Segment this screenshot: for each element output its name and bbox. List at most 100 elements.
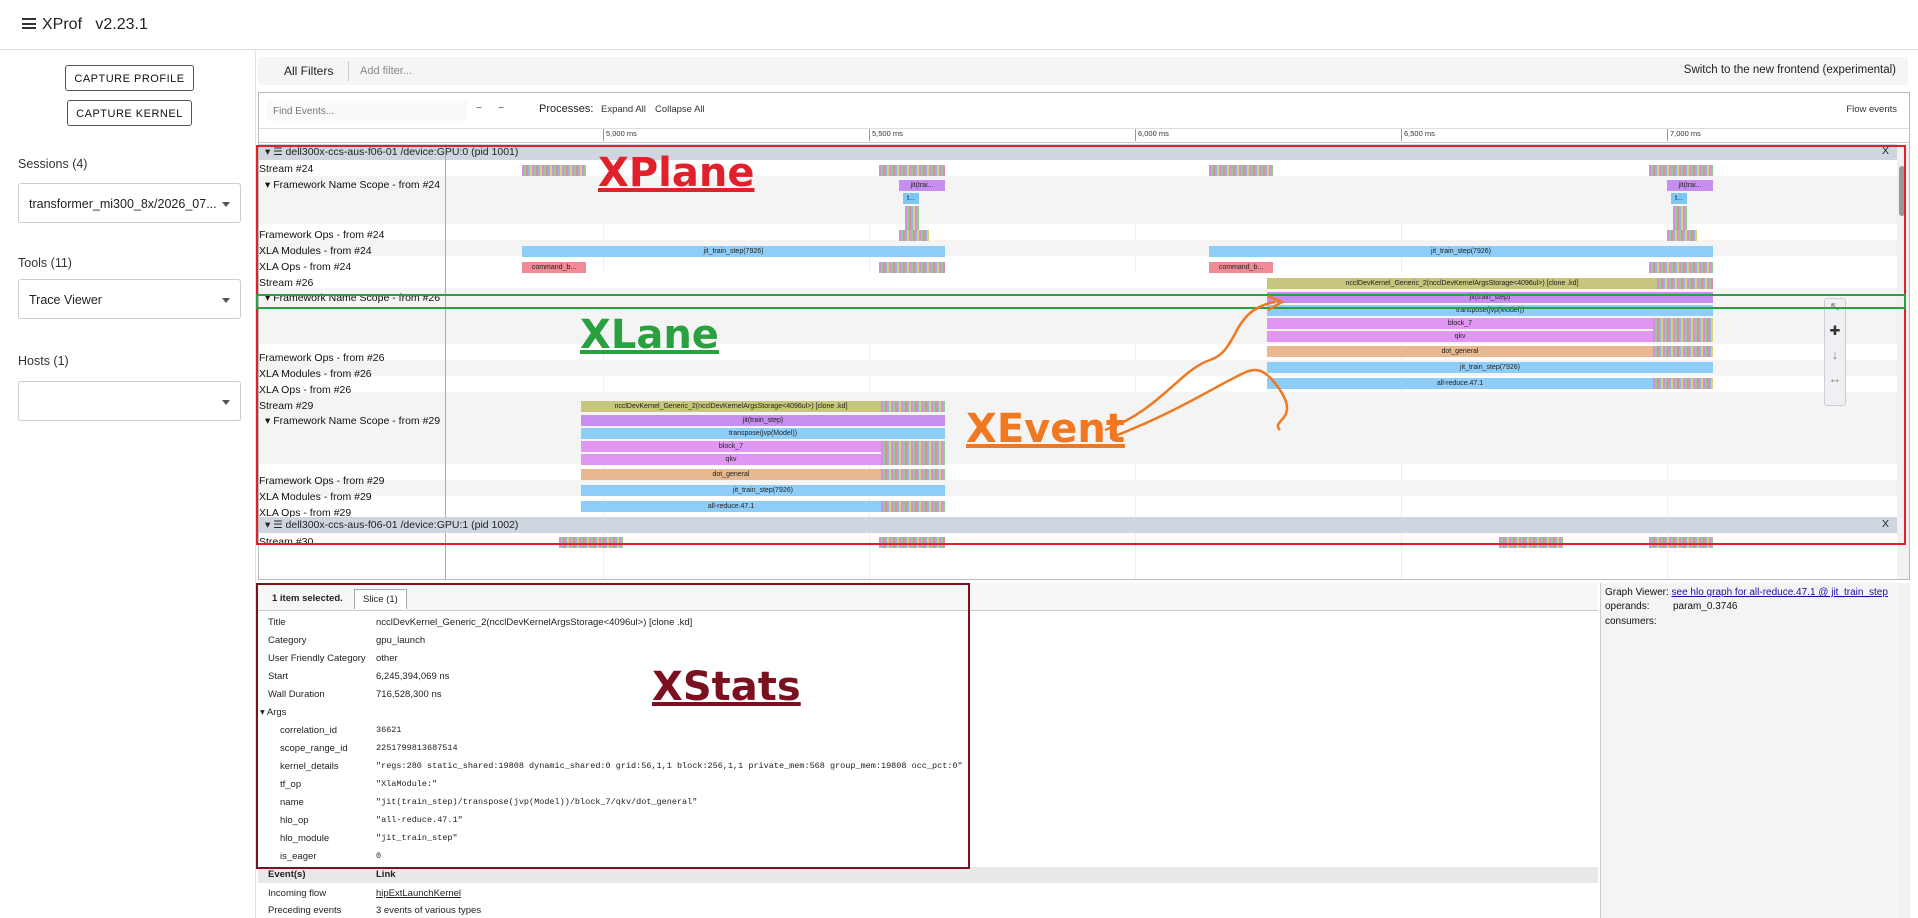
arg-key: tf_op [280,779,302,790]
process-header-gpu0[interactable]: ▾ ☰ dell300x-ccs-aus-f06-01 /device:GPU:… [259,144,1899,160]
event-slice[interactable] [879,165,945,176]
event-slice[interactable] [1657,278,1713,289]
close-icon[interactable]: X [1882,518,1889,530]
event-slice[interactable]: jit(train_step) [1267,292,1713,303]
event-slice[interactable] [1653,346,1713,357]
event-slice[interactable]: command_b... [522,262,586,273]
graph-viewer-row: Graph Viewer: see hlo graph for all-redu… [1605,587,1888,598]
event-slice[interactable] [1209,165,1273,176]
event-slice[interactable]: command_b... [1209,262,1273,273]
event-slice[interactable]: jit_train_step(7926) [522,246,945,257]
track-label: Framework Ops - from #24 [259,229,385,241]
xevent-arrow [1104,294,1289,440]
event-slice[interactable]: dot_general [581,469,881,480]
track-area[interactable]: ▾ ☰ dell300x-ccs-aus-f06-01 /device:GPU:… [259,144,1899,579]
event-slice[interactable]: jit(train_step) [581,415,945,426]
process-header-gpu1[interactable]: ▾ ☰ dell300x-ccs-aus-f06-01 /device:GPU:… [259,517,1899,533]
event-slice[interactable]: t... [903,193,919,204]
event-slice[interactable] [881,401,945,412]
event-slice[interactable] [1653,318,1713,342]
tab-slice[interactable]: Slice (1) [354,589,407,609]
xlane-annotation: XLane [580,312,719,358]
event-slice[interactable]: block_7 [581,441,881,452]
field-value: ncclDevKernel_Generic_2(ncclDevKernelArg… [376,617,693,628]
event-slice[interactable] [881,441,945,465]
event-slice[interactable] [1667,230,1697,241]
ruler-tick: 5,000 ms [603,129,637,141]
event-slice[interactable] [879,537,945,548]
event-slice[interactable]: jit_train_step(7926) [1267,362,1713,373]
time-ruler: 5,000 ms 5,500 ms 6,000 ms 6,500 ms 7,00… [259,129,1909,143]
event-slice[interactable] [881,501,945,512]
hlo-graph-link[interactable]: see hlo graph for all-reduce.47.1 @ jit_… [1672,587,1888,598]
host-select[interactable] [18,381,241,421]
prev-event-icon[interactable]: − [469,103,489,121]
event-slice[interactable] [1673,206,1687,230]
nccl-kernel-slice[interactable]: ncclDevKernel_Generic_2(ncclDevKernelArg… [1267,278,1657,289]
incoming-flow-link[interactable]: hipExtLaunchKernel [376,888,461,899]
trace-scrollbar[interactable] [1897,144,1909,579]
track-label: Stream #26 [259,277,314,289]
event-slice[interactable]: transpose(jvp(Model)) [1267,305,1713,316]
nccl-kernel-slice[interactable]: ncclDevKernel_Generic_2(ncclDevKernelArg… [581,401,881,412]
arg-value: 0 [376,851,382,861]
zoom-in-icon[interactable]: ✚ [1825,323,1845,347]
flow-events-button[interactable]: Flow events [1846,104,1897,115]
event-slice[interactable] [1499,537,1563,548]
add-filter-input[interactable]: Add filter... [360,65,412,77]
close-icon[interactable]: X [1882,145,1889,157]
event-slice[interactable] [881,469,945,480]
hosts-label: Hosts (1) [18,354,69,368]
track-label: Stream #29 [259,400,314,412]
find-events-input[interactable] [267,101,467,121]
sessions-label: Sessions (4) [18,157,88,171]
event-slice[interactable] [522,165,586,176]
event-slice[interactable] [899,230,929,241]
field-key: User Friendly Category [268,653,366,664]
args-toggle[interactable]: ▾ Args [260,707,286,718]
event-slice[interactable] [1649,262,1713,273]
event-slice[interactable]: t... [1671,193,1687,204]
event-slice[interactable]: jit_train_step(7926) [581,485,945,496]
event-slice[interactable]: transpose(jvp(Model)) [581,428,945,439]
event-slice[interactable]: qkv [1267,331,1653,342]
timing-mode-icon[interactable]: ↔ [1825,371,1845,395]
track-label: XLA Modules - from #29 [259,491,372,503]
arg-key: hlo_op [280,815,309,826]
event-slice[interactable]: all-reduce.47.1 [581,501,881,512]
event-slice[interactable] [559,537,623,548]
details-scrollbar[interactable] [1898,583,1910,918]
hamburger-menu-icon[interactable] [22,18,36,29]
event-slice[interactable] [905,206,919,230]
event-slice[interactable]: all-reduce.47.1 [1267,378,1653,389]
arg-value: 36621 [376,725,402,735]
next-event-icon[interactable]: − [491,103,511,121]
arg-key: name [280,797,304,808]
filter-divider [348,61,349,81]
app-version: v2.23.1 [95,16,148,33]
all-filters-button[interactable]: All Filters [284,64,333,78]
xplane-annotation: XPlane [598,150,755,196]
session-select[interactable]: transformer_mi300_8x/2026_07... [18,183,241,223]
select-mode-icon[interactable]: ↖ [1825,299,1845,323]
event-slice[interactable] [1649,537,1713,548]
pan-mode-icon[interactable]: ↓ [1825,347,1845,371]
switch-frontend-link[interactable]: Switch to the new frontend (experimental… [1684,64,1896,76]
event-slice[interactable]: jit_train_step(7926) [1209,246,1713,257]
zoom-toolbar: ↖ ✚ ↓ ↔ [1824,298,1846,406]
event-slice[interactable]: jit(trai... [1667,180,1713,191]
event-slice[interactable] [1649,165,1713,176]
consumers-label: consumers: [1605,616,1657,627]
event-slice[interactable]: block_7 [1267,318,1653,329]
expand-all-button[interactable]: Expand All [601,104,646,115]
event-slice[interactable] [1653,378,1713,389]
event-slice[interactable] [879,262,945,273]
capture-profile-button[interactable]: CAPTURE PROFILE [65,65,194,91]
event-slice[interactable]: jit(trai... [899,180,945,191]
event-slice[interactable]: qkv [581,454,881,465]
capture-kernel-button[interactable]: CAPTURE KERNEL [67,100,192,126]
link-col-header: Link [376,869,396,880]
tool-select[interactable]: Trace Viewer [18,279,241,319]
event-slice[interactable]: dot_general [1267,346,1653,357]
collapse-all-button[interactable]: Collapse All [655,104,705,115]
